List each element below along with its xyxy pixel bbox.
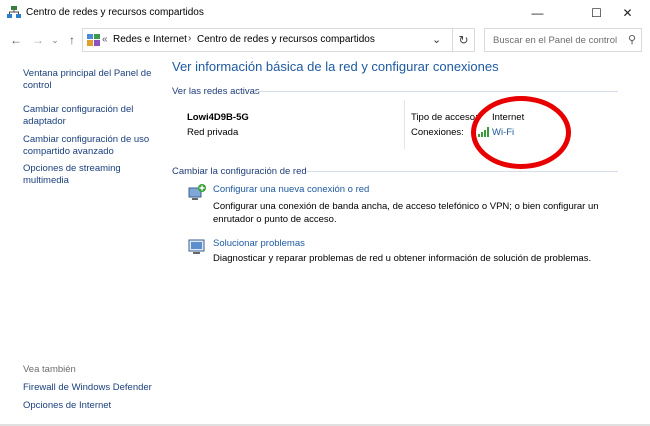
sidebar-link-change-adapter[interactable]: Cambiar configuración del adaptador: [23, 104, 159, 128]
network-type-link[interactable]: Red privada: [187, 127, 238, 138]
back-button[interactable]: ←: [8, 33, 24, 47]
troubleshoot-description: Diagnosticar y reparar problemas de red …: [213, 253, 592, 264]
breadcrumb-redes-internet[interactable]: Redes e Internet: [113, 34, 187, 45]
access-type-label: Tipo de acceso:: [411, 112, 478, 123]
network-center-icon: [7, 6, 21, 18]
new-connection-icon: [188, 184, 206, 200]
address-bar[interactable]: « Redes e Internet › Centro de redes y r…: [82, 28, 475, 52]
address-dropdown-icon[interactable]: ⌄: [432, 33, 441, 46]
up-button[interactable]: ↑: [64, 33, 80, 47]
highlight-circle: [471, 96, 571, 169]
address-overflow-chevron[interactable]: «: [102, 34, 108, 45]
control-panel-icon: [87, 34, 100, 46]
search-box[interactable]: Buscar en el Panel de control ⚲: [484, 28, 642, 52]
title-bar: Centro de redes y recursos compartidos —…: [0, 0, 650, 26]
sidebar-link-advanced-sharing[interactable]: Cambiar configuración de uso compartido …: [23, 134, 159, 158]
setup-new-connection-link[interactable]: Configurar una nueva conexión o red: [213, 184, 369, 195]
window-title: Centro de redes y recursos compartidos: [26, 7, 204, 18]
see-also-title: Vea también: [23, 364, 76, 375]
sidebar-link-media-streaming[interactable]: Opciones de streaming multimedia: [23, 163, 159, 187]
breadcrumb-network-center[interactable]: Centro de redes y recursos compartidos: [197, 34, 375, 45]
sidebar-link-control-panel-home[interactable]: Ventana principal del Panel de control: [23, 68, 159, 92]
close-button[interactable]: ✕: [605, 0, 650, 26]
recent-locations-dropdown[interactable]: ⌄: [49, 33, 61, 47]
forward-button[interactable]: →: [30, 33, 46, 47]
refresh-button[interactable]: ↻: [452, 28, 475, 52]
breadcrumb-chevron-icon[interactable]: ›: [188, 33, 191, 44]
troubleshoot-icon: [188, 239, 205, 254]
section-divider: [256, 91, 618, 92]
change-settings-title: Cambiar la configuración de red: [172, 166, 307, 177]
search-placeholder[interactable]: Buscar en el Panel de control: [493, 35, 617, 46]
network-info-divider: [404, 100, 405, 149]
search-icon[interactable]: ⚲: [628, 33, 636, 46]
minimize-button[interactable]: —: [515, 0, 560, 26]
sidebar-link-firewall[interactable]: Firewall de Windows Defender: [23, 382, 159, 394]
troubleshoot-link[interactable]: Solucionar problemas: [213, 238, 305, 249]
connections-label: Conexiones:: [411, 127, 464, 138]
section-divider: [306, 171, 618, 172]
network-name: Lowi4D9B-5G: [187, 112, 249, 123]
page-title: Ver información básica de la red y confi…: [172, 59, 499, 74]
sidebar-link-internet-options[interactable]: Opciones de Internet: [23, 400, 159, 412]
active-networks-title: Ver las redes activas: [172, 86, 260, 97]
setup-connection-description: Configurar una conexión de banda ancha, …: [213, 201, 599, 225]
